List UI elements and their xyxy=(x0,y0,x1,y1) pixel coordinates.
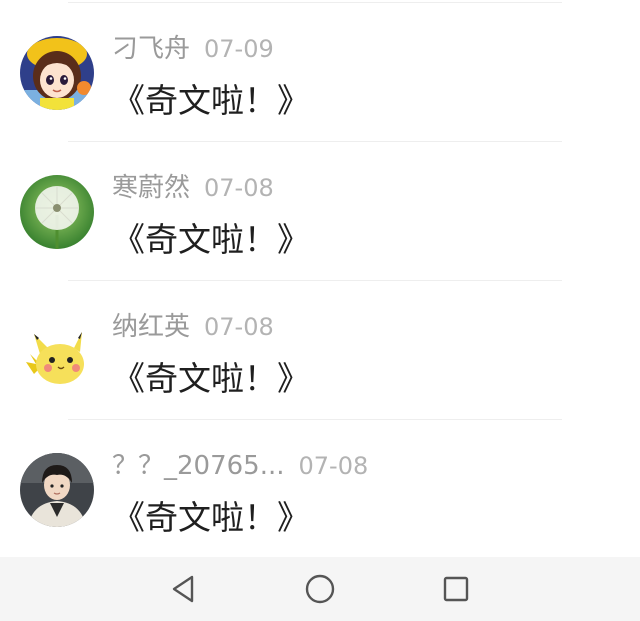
circle-home-icon xyxy=(305,574,335,604)
comment-date: 07-08 xyxy=(298,452,369,480)
system-navigation-bar xyxy=(0,557,640,621)
comment-meta: 寒蔚然 07-08 xyxy=(112,171,274,205)
square-recents-icon xyxy=(443,576,469,602)
home-button[interactable] xyxy=(300,569,340,609)
comment-meta: 刁飞舟 07-09 xyxy=(112,32,274,66)
username[interactable]: ？？_20765... xyxy=(112,451,285,481)
pikachu-avatar[interactable] xyxy=(20,314,94,388)
username[interactable]: 纳红英 xyxy=(112,312,190,342)
comment-text[interactable]: 《奇文啦！》 xyxy=(112,355,310,403)
comment-date: 07-08 xyxy=(204,174,274,202)
back-button[interactable] xyxy=(163,569,203,609)
comment-item[interactable]: 刁飞舟 07-09 《奇文啦！》 xyxy=(0,3,640,142)
dandelion-avatar[interactable] xyxy=(20,175,94,249)
comment-text[interactable]: 《奇文啦！》 xyxy=(112,494,310,542)
comment-text[interactable]: 《奇文啦！》 xyxy=(112,77,310,125)
comment-meta: ？？_20765... 07-08 xyxy=(112,449,368,483)
username[interactable]: 寒蔚然 xyxy=(112,173,190,203)
cartoon-girl-avatar[interactable] xyxy=(20,36,94,110)
comment-item[interactable]: ？？_20765... 07-08 《奇文啦！》 xyxy=(0,420,640,557)
comment-item[interactable]: 寒蔚然 07-08 《奇文啦！》 xyxy=(0,142,640,281)
comment-text[interactable]: 《奇文啦！》 xyxy=(112,216,310,264)
triangle-back-icon xyxy=(172,575,194,603)
young-man-photo-avatar[interactable] xyxy=(20,453,94,527)
recents-button[interactable] xyxy=(436,569,476,609)
comment-meta: 纳红英 07-08 xyxy=(112,310,274,344)
comment-date: 07-08 xyxy=(204,313,274,341)
username[interactable]: 刁飞舟 xyxy=(112,34,190,64)
comment-list: 刁飞舟 07-09 《奇文啦！》 寒蔚然 07-08 《奇文啦！》 纳红英 07… xyxy=(0,0,640,557)
comment-item[interactable]: 纳红英 07-08 《奇文啦！》 xyxy=(0,281,640,420)
comment-date: 07-09 xyxy=(204,35,274,63)
